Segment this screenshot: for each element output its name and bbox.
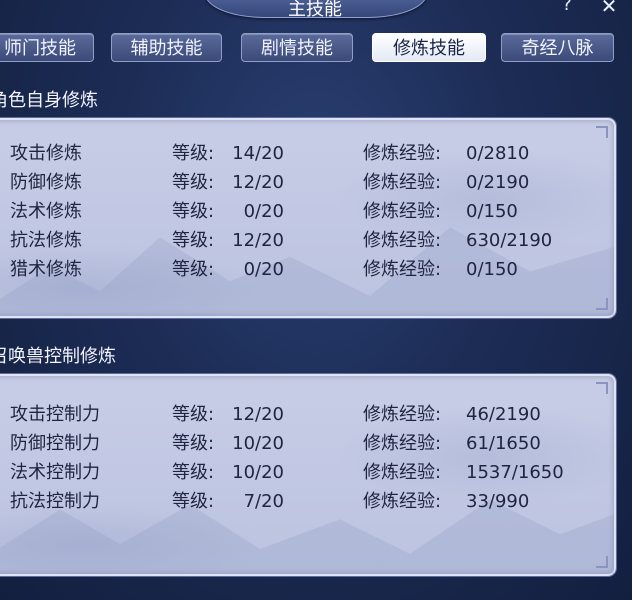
training-name: 防御控制力 <box>10 433 100 454</box>
exp-label: 修炼经验: <box>363 172 442 193</box>
tab-story-skills[interactable]: 剧情技能 <box>241 33 353 62</box>
level-value: 14/20 <box>232 143 284 164</box>
training-name: 抗法修炼 <box>10 230 82 251</box>
exp-value: 61/1650 <box>466 433 541 454</box>
training-name: 抗法控制力 <box>10 491 100 512</box>
level-label: 等级: <box>172 433 215 454</box>
level-label: 等级: <box>172 491 215 512</box>
tab-auxiliary-skills[interactable]: 辅助技能 <box>111 33 222 62</box>
window-titlebar: 主技能 ? ✕ <box>0 0 632 22</box>
close-button[interactable]: ✕ <box>596 0 622 18</box>
exp-value: 1537/1650 <box>466 462 564 483</box>
level-value: 10/20 <box>232 433 284 454</box>
training-name: 法术控制力 <box>10 462 100 483</box>
level-value: 12/20 <box>232 404 284 425</box>
exp-label: 修炼经验: <box>363 491 442 512</box>
level-value: 0/20 <box>243 201 284 222</box>
tab-school-skills[interactable]: 师门技能 <box>0 33 94 62</box>
window-title: 主技能 <box>288 0 342 20</box>
exp-value: 0/150 <box>466 201 518 222</box>
panel-corner-ornament <box>596 298 608 310</box>
level-value: 12/20 <box>232 230 284 251</box>
level-value: 12/20 <box>232 172 284 193</box>
self-training-title: 角色自身修炼 <box>0 90 98 111</box>
level-label: 等级: <box>172 462 215 483</box>
level-value: 10/20 <box>232 462 284 483</box>
panel-corner-ornament <box>596 126 608 138</box>
exp-value: 46/2190 <box>466 404 541 425</box>
level-label: 等级: <box>172 259 215 280</box>
help-button[interactable]: ? <box>556 0 578 15</box>
training-row: 法术修炼 等级: 0/20 修炼经验: 0/150 <box>0 197 614 226</box>
training-name: 防御修炼 <box>10 172 82 193</box>
panel-corner-ornament <box>596 556 608 568</box>
exp-value: 0/150 <box>466 259 518 280</box>
training-row: 抗法控制力 等级: 7/20 修炼经验: 33/990 <box>0 487 614 516</box>
exp-label: 修炼经验: <box>363 230 442 251</box>
pet-training-title: 召唤兽控制修炼 <box>0 346 116 367</box>
level-value: 0/20 <box>243 259 284 280</box>
self-training-panel: 攻击修炼 等级: 14/20 修炼经验: 0/2810 防御修炼 等级: 12/… <box>0 118 616 318</box>
training-name: 攻击控制力 <box>10 404 100 425</box>
pet-training-panel: 攻击控制力 等级: 12/20 修炼经验: 46/2190 防御控制力 等级: … <box>0 374 616 576</box>
panel-corner-ornament <box>596 382 608 394</box>
tab-meridian[interactable]: 奇经八脉 <box>501 33 614 62</box>
exp-label: 修炼经验: <box>363 404 442 425</box>
level-value: 7/20 <box>243 491 284 512</box>
training-row: 猎术修炼 等级: 0/20 修炼经验: 0/150 <box>0 255 614 284</box>
training-row: 攻击控制力 等级: 12/20 修炼经验: 46/2190 <box>0 400 614 429</box>
exp-label: 修炼经验: <box>363 259 442 280</box>
exp-label: 修炼经验: <box>363 433 442 454</box>
training-name: 法术修炼 <box>10 201 82 222</box>
training-name: 攻击修炼 <box>10 143 82 164</box>
level-label: 等级: <box>172 230 215 251</box>
tab-training-skills[interactable]: 修炼技能 <box>372 33 486 62</box>
training-row: 防御修炼 等级: 12/20 修炼经验: 0/2190 <box>0 168 614 197</box>
exp-label: 修炼经验: <box>363 201 442 222</box>
exp-value: 630/2190 <box>466 230 553 251</box>
exp-value: 0/2810 <box>466 143 530 164</box>
exp-value: 0/2190 <box>466 172 530 193</box>
training-row: 抗法修炼 等级: 12/20 修炼经验: 630/2190 <box>0 226 614 255</box>
level-label: 等级: <box>172 172 215 193</box>
training-row: 防御控制力 等级: 10/20 修炼经验: 61/1650 <box>0 429 614 458</box>
training-row: 法术控制力 等级: 10/20 修炼经验: 1537/1650 <box>0 458 614 487</box>
training-name: 猎术修炼 <box>10 259 82 280</box>
training-row: 攻击修炼 等级: 14/20 修炼经验: 0/2810 <box>0 139 614 168</box>
exp-label: 修炼经验: <box>363 462 442 483</box>
exp-label: 修炼经验: <box>363 143 442 164</box>
level-label: 等级: <box>172 143 215 164</box>
level-label: 等级: <box>172 404 215 425</box>
level-label: 等级: <box>172 201 215 222</box>
exp-value: 33/990 <box>466 491 530 512</box>
